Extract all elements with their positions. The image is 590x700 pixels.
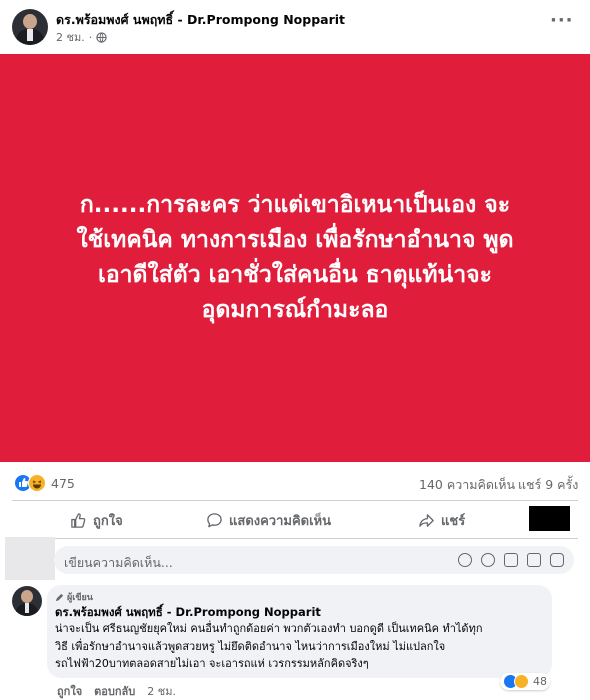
- commenter-avatar-shirt: [25, 603, 29, 613]
- composer-avatar-blur: [5, 537, 55, 580]
- sticker-icon[interactable]: [550, 553, 564, 567]
- post-time[interactable]: 2 ชม.: [56, 28, 85, 46]
- divider-bottom: [12, 538, 578, 539]
- share-label: แชร์: [441, 514, 466, 529]
- comment-placeholder: เขียนความคิดเห็น...: [64, 555, 173, 570]
- comment-line: วิธี เพื่อรักษาอำนาจแล้วพูดสวยหรู ไม่ยึด…: [55, 639, 446, 653]
- post-author-name[interactable]: ดร.พร้อมพงศ์ นพฤทธิ์ - Dr.Prompong Noppa…: [56, 10, 345, 30]
- reaction-count: 475: [51, 475, 75, 491]
- comment-reply-link[interactable]: ตอบกลับ: [94, 682, 135, 700]
- comment-actions: ถูกใจ ตอบกลับ 2 ชม.: [57, 682, 176, 700]
- comment-bubble: ผู้เขียน ดร.พร้อมพงศ์ นพฤทธิ์ - Dr.Promp…: [47, 585, 552, 678]
- post-meta: 2 ชม. ·: [56, 28, 107, 46]
- globe-icon: [96, 31, 107, 43]
- comment-label: แสดงความคิดเห็น: [229, 514, 332, 529]
- comment-button[interactable]: แสดงความคิดเห็น: [206, 510, 331, 531]
- like-label: ถูกใจ: [93, 514, 123, 529]
- comment-reactions[interactable]: 48: [500, 673, 550, 690]
- comment-count[interactable]: 140 ความคิดเห็น: [419, 475, 515, 495]
- pencil-icon: [55, 593, 64, 601]
- avatar-face: [23, 14, 37, 29]
- share-arrow-icon: [419, 514, 434, 527]
- gif-icon[interactable]: [527, 553, 541, 567]
- author-badge: ผู้เขียน: [55, 590, 93, 604]
- share-count[interactable]: แชร์ 9 ครั้ง: [518, 475, 578, 495]
- haha-reaction-icon: [28, 474, 46, 492]
- reaction-summary[interactable]: 475: [14, 474, 75, 492]
- share-button[interactable]: แชร์: [418, 510, 465, 531]
- comment-haha-reaction-icon: [514, 674, 529, 689]
- comment-line: น่าจะเป็น ศรีธนญชัยยุคใหม่ คนอื่นทำถูกด้…: [55, 622, 483, 635]
- author-avatar[interactable]: [12, 9, 48, 45]
- emoji-icon[interactable]: [481, 553, 495, 567]
- comment-like-link[interactable]: ถูกใจ: [57, 682, 82, 700]
- comment-input[interactable]: เขียนความคิดเห็น...: [54, 546, 574, 574]
- thumbs-up-icon: [71, 513, 86, 528]
- meta-separator: ·: [88, 30, 93, 44]
- author-badge-label: ผู้เขียน: [67, 593, 93, 603]
- comment-reaction-count: 48: [533, 675, 547, 688]
- avatar-sticker-icon[interactable]: [458, 553, 472, 567]
- divider-top: [12, 500, 578, 501]
- comment-line: รถไฟฟ้า20บาทตลอดสายไม่เอา จะเอารถแห่ เวร…: [55, 657, 369, 670]
- camera-icon[interactable]: [504, 553, 518, 567]
- comment-time[interactable]: 2 ชม.: [147, 682, 176, 700]
- banner-text: ก......การละคร ว่าแต่เขาอิเหนาเป็นเอง จะ…: [76, 192, 514, 323]
- commenter-avatar[interactable]: [12, 586, 42, 616]
- post-banner: ก......การละคร ว่าแต่เขาอิเหนาเป็นเอง จะ…: [0, 54, 590, 462]
- avatar-shirt: [27, 29, 33, 41]
- redaction-box: [529, 506, 570, 531]
- like-button[interactable]: ถูกใจ: [70, 510, 123, 531]
- comment-bubble-icon: [207, 513, 222, 528]
- composer-tools: [458, 553, 564, 567]
- comment-text: น่าจะเป็น ศรีธนญชัยยุคใหม่ คนอื่นทำถูกด้…: [55, 620, 483, 673]
- more-options-icon[interactable]: ···: [550, 10, 574, 31]
- commenter-avatar-face: [21, 590, 33, 603]
